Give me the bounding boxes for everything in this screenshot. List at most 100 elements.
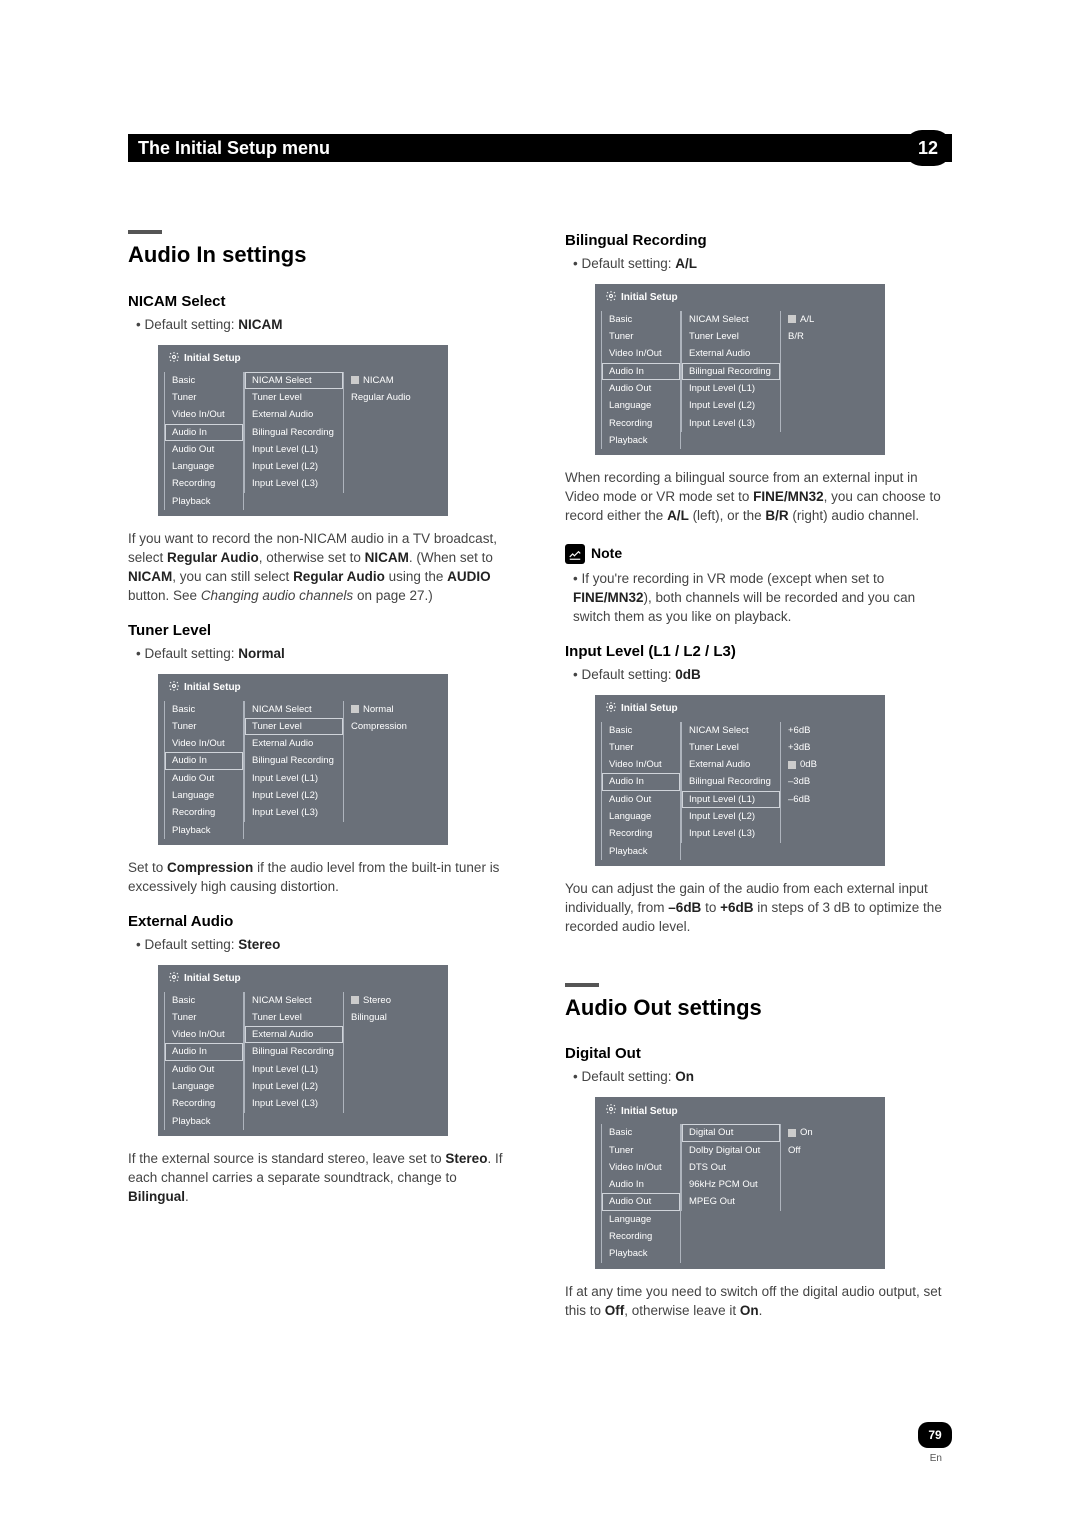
note-label: Note bbox=[591, 544, 622, 564]
menu-setting-item: External Audio bbox=[245, 735, 343, 752]
subheading-tuner-level: Tuner Level bbox=[128, 620, 515, 641]
menu-bilingual-recording: Initial SetupBasicTunerVideo In/OutAudio… bbox=[595, 284, 885, 455]
menu-nav-item: Audio In bbox=[602, 363, 680, 380]
menu-setting-item: NICAM Select bbox=[245, 372, 343, 389]
page-number-badge: 79 bbox=[918, 1422, 952, 1448]
digital-paragraph: If at any time you need to switch off th… bbox=[565, 1283, 952, 1321]
menu-option-item: 0dB bbox=[781, 756, 879, 773]
menu-nav-item: Recording bbox=[165, 475, 243, 492]
menu-setting-item: Digital Out bbox=[682, 1124, 780, 1141]
left-column: Audio In settings NICAM Select Default s… bbox=[128, 230, 515, 1330]
menu-nav-item: Video In/Out bbox=[602, 756, 680, 773]
menu-nav-item: Audio Out bbox=[602, 791, 680, 808]
gear-icon bbox=[605, 701, 617, 718]
menu-setting-item: Bilingual Recording bbox=[245, 424, 343, 441]
menu-digital-out: Initial SetupBasicTunerVideo In/OutAudio… bbox=[595, 1097, 885, 1268]
menu-option-item: Compression bbox=[344, 718, 442, 735]
section-rule bbox=[565, 983, 599, 987]
menu-nav-item: Audio Out bbox=[165, 441, 243, 458]
menu-external-audio: Initial SetupBasicTunerVideo In/OutAudio… bbox=[158, 965, 448, 1136]
menu-nav-item: Audio Out bbox=[165, 1061, 243, 1078]
section-heading-audio-in: Audio In settings bbox=[128, 240, 515, 271]
gear-icon bbox=[605, 290, 617, 307]
menu-nav-item: Video In/Out bbox=[165, 1026, 243, 1043]
language-code: En bbox=[930, 1453, 942, 1464]
menu-option-item: +6dB bbox=[781, 722, 879, 739]
menu-setting-item: Bilingual Recording bbox=[682, 773, 780, 790]
page-number: 79 bbox=[928, 1428, 941, 1442]
menu-setting-item: Input Level (L3) bbox=[245, 1095, 343, 1112]
menu-setting-item: Input Level (L2) bbox=[245, 458, 343, 475]
menu-setting-item: Input Level (L1) bbox=[245, 441, 343, 458]
menu-nav-item: Basic bbox=[165, 372, 243, 389]
menu-nav-item: Audio In bbox=[165, 424, 243, 441]
menu-nav-item: Playback bbox=[165, 493, 243, 510]
menu-setting-item: Input Level (L2) bbox=[682, 397, 780, 414]
menu-setting-item: Bilingual Recording bbox=[682, 363, 780, 380]
menu-nav-item: Basic bbox=[602, 311, 680, 328]
menu-nav-item: Recording bbox=[165, 804, 243, 821]
menu-nav-item: Tuner bbox=[165, 389, 243, 406]
menu-setting-item: NICAM Select bbox=[245, 992, 343, 1009]
menu-tuner-level: Initial SetupBasicTunerVideo In/OutAudio… bbox=[158, 674, 448, 845]
menu-setting-item: 96kHz PCM Out bbox=[682, 1176, 780, 1193]
subheading-digital-out: Digital Out bbox=[565, 1043, 952, 1064]
menu-setting-item: Tuner Level bbox=[682, 328, 780, 345]
menu-option-item: +3dB bbox=[781, 739, 879, 756]
section-heading-audio-out: Audio Out settings bbox=[565, 993, 952, 1024]
menu-nav-item: Recording bbox=[602, 1228, 680, 1245]
default-setting: Default setting: Stereo bbox=[136, 936, 515, 955]
menu-nav-item: Tuner bbox=[602, 1142, 680, 1159]
menu-setting-item: Bilingual Recording bbox=[245, 752, 343, 769]
menu-setting-item: Tuner Level bbox=[245, 718, 343, 735]
menu-title: Initial Setup bbox=[601, 701, 879, 718]
default-setting: Default setting: 0dB bbox=[573, 666, 952, 685]
menu-setting-item: External Audio bbox=[682, 756, 780, 773]
menu-option-item: Bilingual bbox=[344, 1009, 442, 1026]
default-setting: Default setting: NICAM bbox=[136, 316, 515, 335]
menu-nav-item: Video In/Out bbox=[165, 406, 243, 423]
menu-setting-item: External Audio bbox=[682, 345, 780, 362]
menu-nav-item: Tuner bbox=[165, 718, 243, 735]
menu-setting-item: Input Level (L1) bbox=[245, 1061, 343, 1078]
menu-title-text: Initial Setup bbox=[621, 1105, 678, 1119]
nicam-paragraph: If you want to record the non-NICAM audi… bbox=[128, 530, 515, 606]
menu-nav-item: Basic bbox=[165, 992, 243, 1009]
menu-nav-item: Playback bbox=[165, 1113, 243, 1130]
menu-nav-item: Language bbox=[602, 1211, 680, 1228]
input-paragraph: You can adjust the gain of the audio fro… bbox=[565, 880, 952, 937]
menu-nav-item: Playback bbox=[165, 822, 243, 839]
menu-title: Initial Setup bbox=[164, 680, 442, 697]
external-paragraph: If the external source is standard stere… bbox=[128, 1150, 515, 1207]
menu-nav-item: Audio In bbox=[602, 773, 680, 790]
menu-setting-item: Bilingual Recording bbox=[245, 1043, 343, 1060]
menu-nav-item: Video In/Out bbox=[165, 735, 243, 752]
menu-option-item: NICAM bbox=[344, 372, 442, 389]
menu-nav-item: Recording bbox=[165, 1095, 243, 1112]
menu-option-item: On bbox=[781, 1124, 879, 1141]
menu-option-item: B/R bbox=[781, 328, 879, 345]
menu-nav-item: Recording bbox=[602, 825, 680, 842]
menu-setting-item: Input Level (L1) bbox=[245, 770, 343, 787]
menu-setting-item: Input Level (L2) bbox=[245, 787, 343, 804]
subheading-external-audio: External Audio bbox=[128, 911, 515, 932]
menu-nav-item: Tuner bbox=[602, 739, 680, 756]
menu-title-text: Initial Setup bbox=[184, 972, 241, 986]
menu-setting-item: NICAM Select bbox=[682, 722, 780, 739]
note-paragraph: If you're recording in VR mode (except w… bbox=[573, 570, 952, 627]
menu-setting-item: Input Level (L1) bbox=[682, 791, 780, 808]
menu-setting-item: Tuner Level bbox=[245, 1009, 343, 1026]
menu-nav-item: Language bbox=[165, 787, 243, 804]
menu-setting-item: Input Level (L3) bbox=[245, 804, 343, 821]
menu-setting-item: Input Level (L3) bbox=[245, 475, 343, 492]
menu-setting-item: Dolby Digital Out bbox=[682, 1142, 780, 1159]
note-heading: Note bbox=[565, 544, 952, 564]
menu-option-item: A/L bbox=[781, 311, 879, 328]
menu-setting-item: NICAM Select bbox=[245, 701, 343, 718]
menu-setting-item: NICAM Select bbox=[682, 311, 780, 328]
menu-setting-item: MPEG Out bbox=[682, 1193, 780, 1210]
chapter-number: 12 bbox=[918, 138, 938, 159]
chapter-title: The Initial Setup menu bbox=[138, 138, 330, 159]
gear-icon bbox=[168, 351, 180, 368]
default-setting: Default setting: Normal bbox=[136, 645, 515, 664]
